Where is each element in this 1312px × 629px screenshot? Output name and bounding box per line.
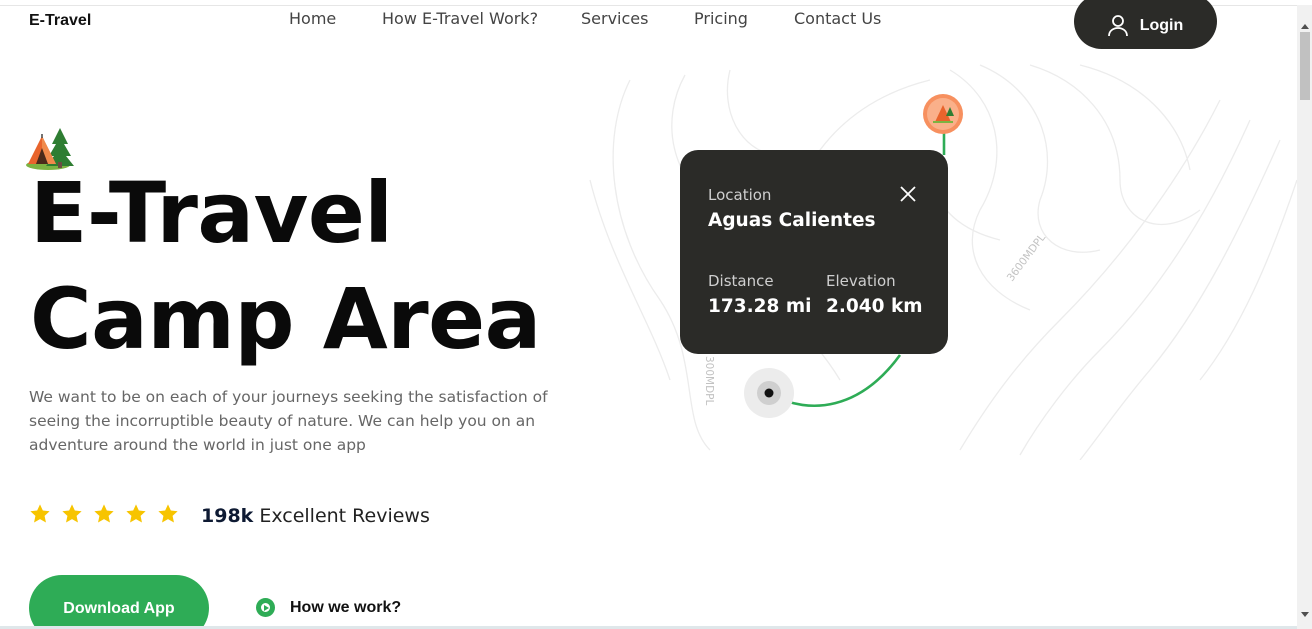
user-icon xyxy=(1107,14,1128,37)
contour-label: 3600MDPL xyxy=(1005,232,1048,284)
nav-home[interactable]: Home xyxy=(289,9,336,28)
contour-label: 300MDPL xyxy=(703,356,715,406)
close-icon[interactable] xyxy=(898,184,918,204)
hero-title-line-2: Camp Area xyxy=(30,270,541,368)
reviews-count: 198k xyxy=(201,505,254,527)
hero-title-line-1: E-Travel xyxy=(30,164,393,262)
play-icon xyxy=(256,598,275,617)
destination-pin[interactable] xyxy=(923,94,963,134)
start-marker-dot xyxy=(764,388,774,398)
hero-description: We want to be on each of your journeys s… xyxy=(29,388,548,454)
login-button[interactable]: Login xyxy=(1074,0,1217,49)
scroll-down-arrow-icon[interactable] xyxy=(1301,612,1309,617)
reviews-label: Excellent Reviews xyxy=(259,505,430,527)
distance-label: Distance xyxy=(708,272,774,290)
star-icon xyxy=(125,503,147,525)
star-icon xyxy=(29,503,51,525)
reviews-summary: 198k Excellent Reviews xyxy=(201,505,430,527)
elevation-label: Elevation xyxy=(826,272,896,290)
star-icon xyxy=(93,503,115,525)
nav-how-it-works[interactable]: How E-Travel Work? xyxy=(382,9,538,28)
how-we-work-link[interactable]: How we work? xyxy=(256,598,401,617)
elevation-value: 2.040 km xyxy=(826,296,923,317)
star-icon xyxy=(157,503,179,525)
how-we-work-label: How we work? xyxy=(290,598,402,616)
brand-logo[interactable]: E-Travel xyxy=(29,12,91,30)
nav-contact-us[interactable]: Contact Us xyxy=(794,9,881,28)
location-info-card: Location Aguas Calientes Distance 173.28… xyxy=(680,150,948,354)
location-value: Aguas Calientes xyxy=(708,210,876,231)
distance-value: 173.28 mi xyxy=(708,296,812,317)
nav-services[interactable]: Services xyxy=(581,9,648,28)
login-label: Login xyxy=(1139,16,1184,34)
star-icon xyxy=(61,503,83,525)
download-app-button[interactable]: Download App xyxy=(29,575,209,629)
location-label: Location xyxy=(708,186,772,204)
scroll-up-arrow-icon[interactable] xyxy=(1301,24,1309,29)
rating-stars xyxy=(29,503,179,525)
scrollbar-thumb[interactable] xyxy=(1300,32,1310,100)
hero-title: E-Travel Camp Area xyxy=(30,160,541,372)
nav-pricing[interactable]: Pricing xyxy=(694,9,748,28)
